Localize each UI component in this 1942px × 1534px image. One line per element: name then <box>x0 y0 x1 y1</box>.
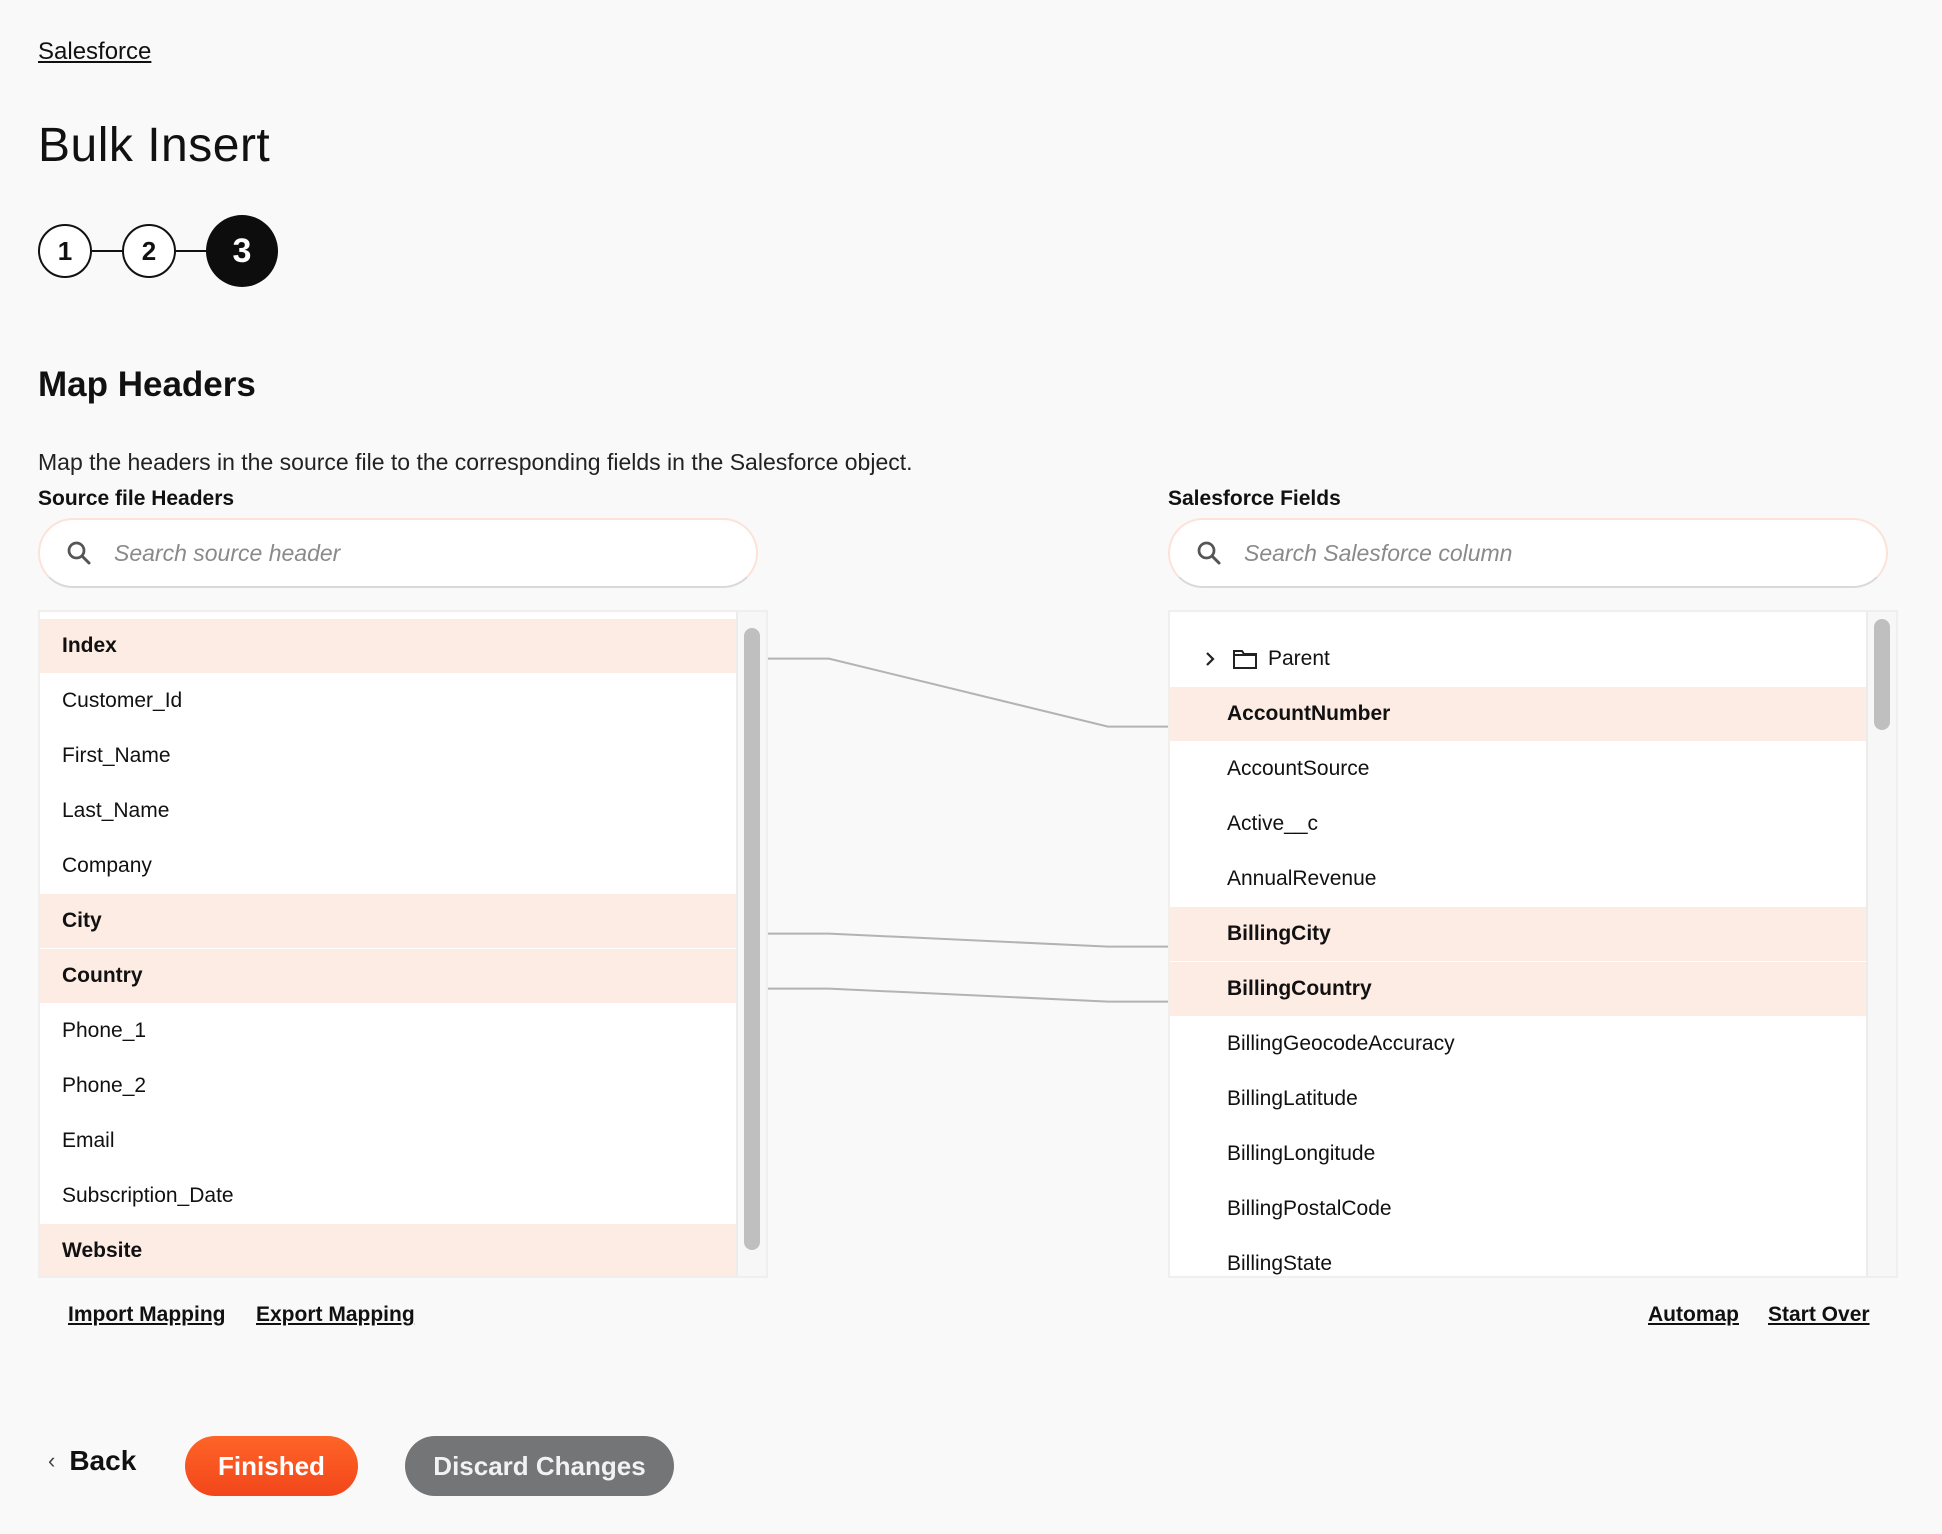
source-header-row[interactable]: Last_Name <box>40 784 736 839</box>
salesforce-scrollbar[interactable] <box>1866 612 1896 1276</box>
source-header-row[interactable]: Email <box>40 1114 736 1169</box>
salesforce-fields-label: Salesforce Fields <box>1168 487 1341 510</box>
step-3: 3 <box>206 215 278 287</box>
salesforce-field-label: AccountSource <box>1227 757 1370 780</box>
chevron-right-icon[interactable] <box>1200 649 1220 669</box>
export-mapping-link[interactable]: Export Mapping <box>256 1303 415 1327</box>
source-header-label: Country <box>62 964 143 987</box>
source-header-row[interactable]: Phone_2 <box>40 1059 736 1114</box>
salesforce-field-row[interactable]: Active__c <box>1170 797 1866 852</box>
salesforce-field-label: AccountNumber <box>1227 702 1391 725</box>
discard-changes-button[interactable]: Discard Changes <box>405 1436 674 1496</box>
salesforce-field-label: BillingState <box>1227 1252 1333 1275</box>
salesforce-fields-list: Parent AccountNumber AccountSource Active_… <box>1168 610 1898 1278</box>
back-button[interactable]: ‹ Back <box>48 1445 136 1477</box>
source-search-input[interactable] <box>114 539 756 567</box>
salesforce-field-row[interactable]: BillingGeocodeAccuracy <box>1170 1017 1866 1072</box>
salesforce-field-row[interactable]: AnnualRevenue <box>1170 852 1866 907</box>
page-title: Bulk Insert <box>38 119 271 172</box>
mapping-connector-line <box>768 987 1168 1003</box>
salesforce-field-row[interactable]: AccountSource <box>1170 742 1866 797</box>
source-headers-list: Index Customer_Id First_Name Last_Name Compa… <box>38 610 768 1278</box>
step-2[interactable]: 2 <box>122 224 176 278</box>
source-header-label: Website <box>62 1239 143 1262</box>
section-title: Map Headers <box>38 365 256 404</box>
source-header-row[interactable]: First_Name <box>40 729 736 784</box>
source-header-label: First_Name <box>62 744 171 767</box>
breadcrumb-salesforce[interactable]: Salesforce <box>38 38 151 66</box>
source-header-label: Phone_1 <box>62 1019 147 1042</box>
source-header-row[interactable]: Phone_1 <box>40 1004 736 1059</box>
salesforce-field-label: BillingPostalCode <box>1227 1197 1392 1220</box>
salesforce-search-input[interactable] <box>1244 539 1886 567</box>
source-header-label: Customer_Id <box>62 689 183 712</box>
source-header-row[interactable]: Index <box>40 619 736 674</box>
start-over-link[interactable]: Start Over <box>1768 1303 1870 1327</box>
salesforce-field-row[interactable]: AccountNumber <box>1170 687 1866 742</box>
automap-link[interactable]: Automap <box>1648 1303 1739 1327</box>
search-icon <box>67 541 91 565</box>
source-header-label: Company <box>62 854 152 877</box>
salesforce-field-row[interactable]: BillingCountry <box>1170 962 1866 1017</box>
source-header-label: Subscription_Date <box>62 1184 234 1207</box>
stepper: 1 2 3 <box>38 215 298 287</box>
source-scrollbar-thumb[interactable] <box>744 628 760 1250</box>
section-description: Map the headers in the source file to th… <box>38 449 913 475</box>
chevron-left-icon: ‹ <box>48 1448 56 1473</box>
source-header-label: Last_Name <box>62 799 170 822</box>
source-header-row[interactable]: City <box>40 894 736 949</box>
salesforce-scrollbar-thumb[interactable] <box>1874 619 1890 730</box>
source-search-field[interactable] <box>38 518 758 588</box>
salesforce-field-label: AnnualRevenue <box>1227 867 1377 890</box>
salesforce-field-row[interactable]: BillingLatitude <box>1170 1072 1866 1127</box>
salesforce-field-row[interactable]: BillingLongitude <box>1170 1127 1866 1182</box>
salesforce-field-row[interactable]: BillingState <box>1170 1237 1866 1276</box>
source-headers-label: Source file Headers <box>38 487 235 510</box>
salesforce-field-row[interactable]: BillingCity <box>1170 907 1866 962</box>
source-scrollbar[interactable] <box>736 612 766 1276</box>
source-header-row[interactable]: Country <box>40 949 736 1004</box>
step-connector <box>92 250 122 252</box>
source-header-label: Index <box>62 634 117 657</box>
mapping-connector-line <box>768 932 1168 948</box>
salesforce-field-label: BillingGeocodeAccuracy <box>1227 1032 1455 1055</box>
folder-icon <box>1233 650 1257 669</box>
mapping-connector-line <box>768 657 1168 728</box>
step-connector <box>176 250 206 252</box>
target-rows: Parent AccountNumber AccountSource Active_… <box>1170 612 1866 1276</box>
salesforce-field-label: BillingCity <box>1227 922 1331 945</box>
salesforce-field-label: BillingLongitude <box>1227 1142 1376 1165</box>
source-header-row[interactable]: Company <box>40 839 736 894</box>
salesforce-field-label: Active__c <box>1227 812 1319 835</box>
step-1[interactable]: 1 <box>38 224 92 278</box>
source-header-label: City <box>62 909 102 932</box>
tree-group-label: Parent <box>1268 647 1330 670</box>
source-rows: Index Customer_Id First_Name Last_Name Compa… <box>40 612 736 1276</box>
search-icon <box>1197 541 1221 565</box>
back-label: Back <box>69 1445 137 1476</box>
tree-group-parent[interactable]: Parent <box>1170 632 1866 687</box>
salesforce-search-field[interactable] <box>1168 518 1888 588</box>
salesforce-field-row[interactable]: BillingPostalCode <box>1170 1182 1866 1237</box>
salesforce-field-label: BillingCountry <box>1227 977 1372 1000</box>
source-header-row[interactable]: Website <box>40 1224 736 1276</box>
salesforce-field-label: BillingLatitude <box>1227 1087 1358 1110</box>
import-mapping-link[interactable]: Import Mapping <box>68 1303 225 1327</box>
source-header-row[interactable]: Customer_Id <box>40 674 736 729</box>
source-header-label: Email <box>62 1129 115 1152</box>
source-header-label: Phone_2 <box>62 1074 147 1097</box>
finished-button[interactable]: Finished <box>185 1436 358 1496</box>
source-header-row[interactable]: Subscription_Date <box>40 1169 736 1224</box>
